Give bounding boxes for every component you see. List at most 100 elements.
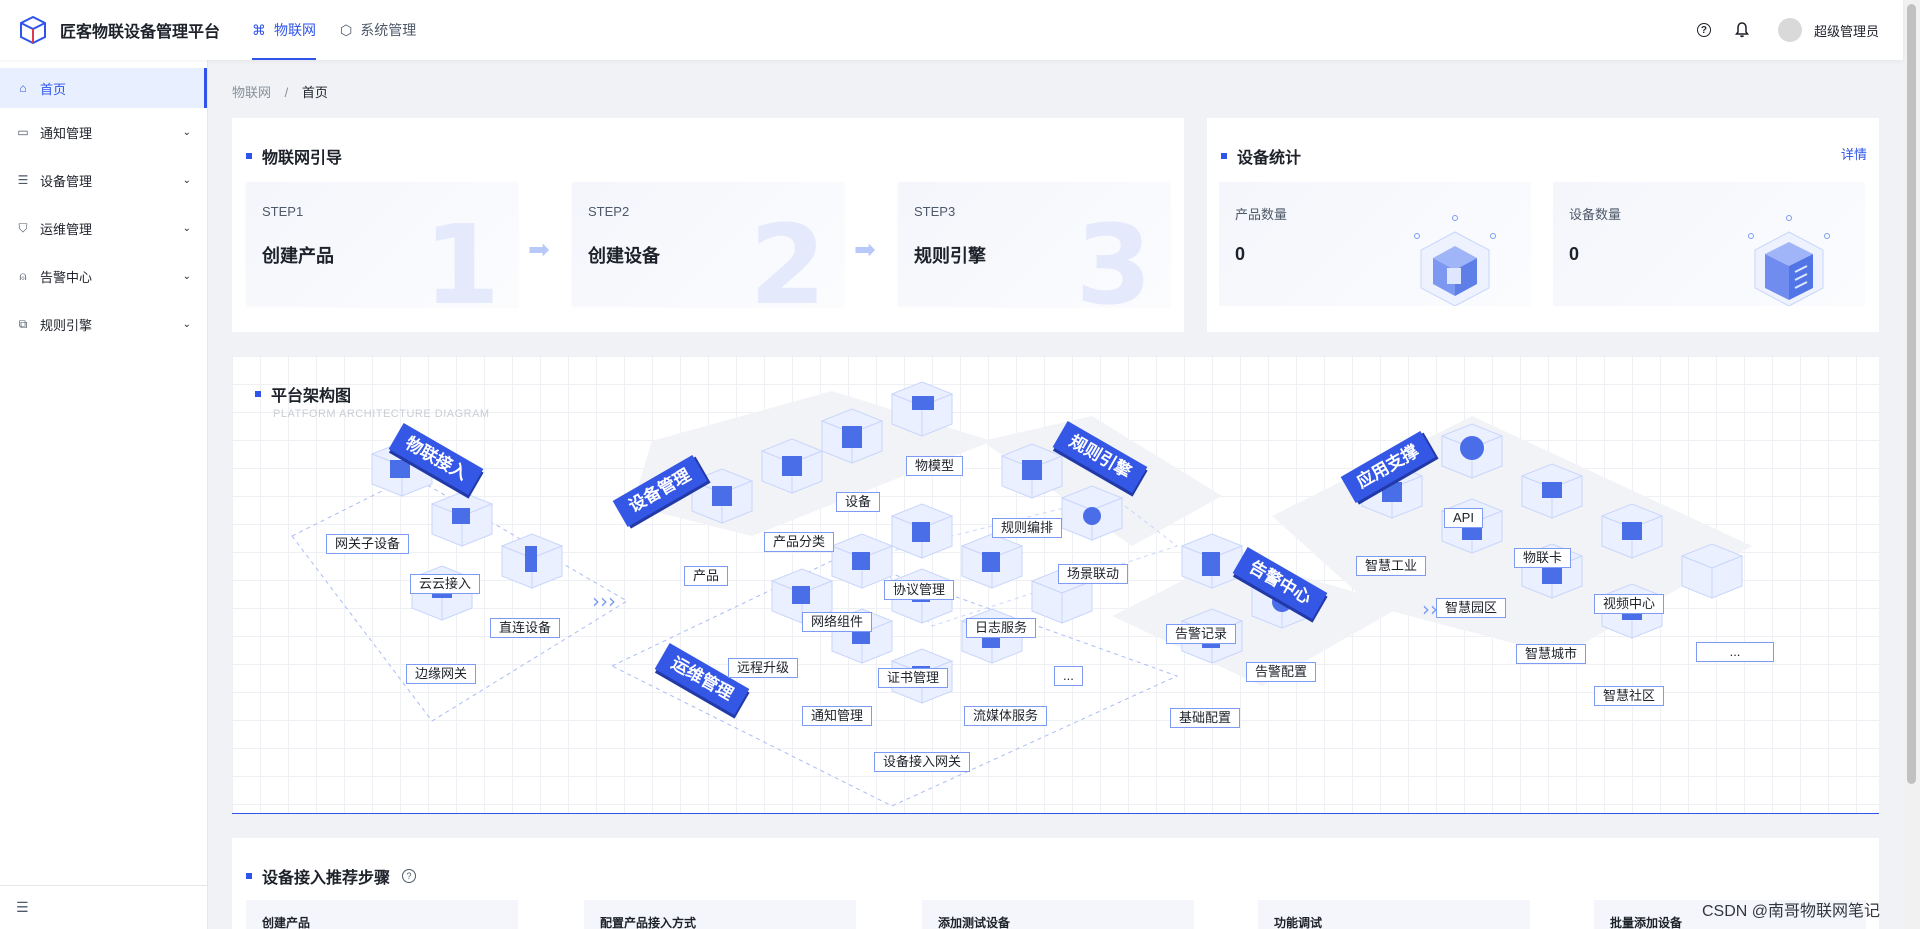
guide-title: 物联网引导 bbox=[246, 144, 342, 168]
arch-title: 平台架构图 bbox=[255, 382, 351, 406]
rec-step-label: 配置产品接入方式 bbox=[600, 916, 697, 929]
access-steps-card: 设备接入推荐步骤 ? 创建产品 配置产品接入方式 添加测试设备 功能调试 批量添… bbox=[232, 838, 1879, 929]
label-protocol-management: 协议管理 bbox=[884, 580, 955, 600]
label-gateway-sub-device: 网关子设备 bbox=[326, 534, 410, 554]
notification-button[interactable] bbox=[1732, 20, 1752, 40]
label-cloud-access: 云云接入 bbox=[410, 574, 481, 594]
rec-step-label: 批量添加设备 bbox=[1610, 916, 1683, 929]
arch-subtitle: PLATFORM ARCHITECTURE DIAGRAM bbox=[273, 408, 490, 420]
arrow-right-icon: ➡ bbox=[528, 234, 550, 264]
stat-product-count: 产品数量 0 bbox=[1219, 182, 1531, 306]
label-base-config: 基础配置 bbox=[1170, 708, 1241, 728]
app-logo[interactable]: 匠客物联设备管理平台 bbox=[0, 15, 240, 45]
rec-step-3[interactable]: 添加测试设备 bbox=[922, 900, 1194, 929]
guide-step-2[interactable]: 2 STEP2 创建设备 bbox=[572, 182, 844, 306]
label-notice-management: 通知管理 bbox=[802, 706, 873, 726]
sidebar-item-alarm[interactable]: ⍝ 告警中心 ⌄ bbox=[0, 252, 207, 300]
step-label: STEP2 bbox=[588, 204, 630, 219]
top-header: 匠客物联设备管理平台 ⌘ 物联网 ⬡ 系统管理 ? 超级管理员 bbox=[0, 0, 1903, 60]
step-number: 3 bbox=[1075, 201, 1152, 306]
rule-icon: ⧉ bbox=[18, 316, 28, 331]
rec-step-4[interactable]: 功能调试 bbox=[1258, 900, 1530, 929]
header-actions: ? 超级管理员 bbox=[1676, 18, 1903, 42]
top-nav-system-label: 系统管理 bbox=[360, 22, 417, 38]
chevron-down-icon: ⌄ bbox=[182, 126, 191, 138]
label-more-apps: ... bbox=[1696, 642, 1774, 662]
chevron-down-icon: ⌄ bbox=[182, 174, 191, 186]
device-icon: ☰ bbox=[17, 173, 29, 187]
top-nav-iot[interactable]: ⌘ 物联网 bbox=[240, 0, 328, 60]
arrow-right-icon: ➡ bbox=[854, 234, 876, 264]
breadcrumb-parent[interactable]: 物联网 bbox=[232, 85, 271, 100]
label-device: 设备 bbox=[836, 492, 881, 512]
stats-title-text: 设备统计 bbox=[1237, 150, 1302, 167]
label-device-access-gateway: 设备接入网关 bbox=[874, 752, 971, 772]
stats-title: 设备统计 bbox=[1221, 144, 1301, 168]
top-nav: ⌘ 物联网 ⬡ 系统管理 bbox=[240, 0, 428, 60]
avatar[interactable] bbox=[1777, 18, 1802, 42]
main-content: 物联网 / 首页 物联网引导 1 STEP1 创建产品 ➡ 2 STEP2 创建… bbox=[208, 60, 1903, 929]
stats-detail-link[interactable]: 详情 bbox=[1841, 144, 1867, 163]
step-label: STEP1 bbox=[262, 204, 304, 219]
device-stats-card: 设备统计 详情 产品数量 0 设备数量 0 bbox=[1207, 118, 1879, 332]
label-rule-orchestration: 规则编排 bbox=[992, 518, 1063, 538]
arch-title-text: 平台架构图 bbox=[271, 388, 352, 405]
sidebar-item-home[interactable]: ⌂ 首页 bbox=[0, 68, 207, 108]
user-name[interactable]: 超级管理员 bbox=[1814, 21, 1879, 40]
sidebar-item-label: 通知管理 bbox=[40, 125, 93, 141]
label-log-service: 日志服务 bbox=[966, 618, 1037, 638]
rec-step-1[interactable]: 创建产品 bbox=[246, 900, 518, 929]
guide-step-3[interactable]: 3 STEP3 规则引擎 bbox=[898, 182, 1170, 306]
chevron-down-icon: ⌄ bbox=[182, 270, 191, 282]
title-dot bbox=[246, 153, 252, 159]
chevron-down-icon: ⌄ bbox=[182, 318, 191, 330]
app-title: 匠客物联设备管理平台 bbox=[60, 24, 221, 41]
home-icon: ⌂ bbox=[19, 81, 27, 95]
sidebar-item-label: 设备管理 bbox=[40, 173, 93, 189]
top-nav-system[interactable]: ⬡ 系统管理 bbox=[328, 0, 428, 60]
label-smart-park: 智慧园区 bbox=[1436, 598, 1507, 618]
stat-label: 设备数量 bbox=[1569, 207, 1622, 222]
bell-icon bbox=[1734, 22, 1749, 38]
step-title: 规则引擎 bbox=[914, 246, 986, 266]
label-smart-community: 智慧社区 bbox=[1594, 686, 1665, 706]
breadcrumb-current: 首页 bbox=[301, 85, 328, 100]
notification-icon: ▭ bbox=[17, 125, 29, 139]
breadcrumb: 物联网 / 首页 bbox=[232, 82, 328, 101]
rec-step-label: 创建产品 bbox=[262, 916, 311, 929]
help-button[interactable]: ? bbox=[1694, 20, 1714, 40]
rec-step-label: 功能调试 bbox=[1274, 916, 1323, 929]
page-scrollbar[interactable] bbox=[1903, 0, 1920, 929]
menu-fold-icon: ☰ bbox=[16, 899, 29, 915]
label-remote-upgrade: 远程升级 bbox=[728, 658, 799, 678]
label-alarm-record: 告警记录 bbox=[1166, 624, 1237, 644]
label-video-center: 视频中心 bbox=[1594, 594, 1665, 614]
sidebar-item-device[interactable]: ☰ 设备管理 ⌄ bbox=[0, 156, 207, 204]
sidebar-item-rule[interactable]: ⧉ 规则引擎 ⌄ bbox=[0, 300, 207, 348]
guide-step-1[interactable]: 1 STEP1 创建产品 bbox=[246, 182, 518, 306]
label-more-ops: ... bbox=[1054, 666, 1083, 686]
label-thing-model: 物模型 bbox=[906, 456, 964, 476]
scrollbar-thumb[interactable] bbox=[1907, 4, 1916, 784]
help-icon[interactable]: ? bbox=[402, 869, 417, 883]
product-cube-icon bbox=[1414, 215, 1496, 306]
help-icon: ? bbox=[1696, 23, 1711, 37]
sidebar: ⌂ 首页 ▭ 通知管理 ⌄ ☰ 设备管理 ⌄ ⛉ 运维管理 ⌄ ⍝ 告警中心 ⌄… bbox=[0, 60, 208, 929]
maintenance-icon: ⛉ bbox=[18, 220, 28, 235]
rec-step-2[interactable]: 配置产品接入方式 bbox=[584, 900, 856, 929]
cube-icon: ⬡ bbox=[340, 21, 353, 38]
top-nav-iot-label: 物联网 bbox=[274, 22, 316, 38]
sidebar-item-maintenance[interactable]: ⛉ 运维管理 ⌄ bbox=[0, 204, 207, 252]
rec-title-text: 设备接入推荐步骤 bbox=[262, 870, 391, 887]
label-iot-card: 物联卡 bbox=[1514, 548, 1572, 568]
sidebar-item-label: 告警中心 bbox=[40, 269, 93, 285]
step-label: STEP3 bbox=[914, 204, 956, 219]
sidebar-item-notification[interactable]: ▭ 通知管理 ⌄ bbox=[0, 108, 207, 156]
label-product: 产品 bbox=[684, 566, 729, 586]
sidebar-collapse-button[interactable]: ☰ bbox=[0, 885, 207, 929]
title-dot bbox=[1221, 153, 1227, 159]
iot-icon: ⌘ bbox=[252, 21, 266, 38]
server-icon bbox=[1748, 215, 1830, 306]
label-scene-linkage: 场景联动 bbox=[1058, 564, 1129, 584]
cube-logo-icon bbox=[20, 15, 46, 45]
